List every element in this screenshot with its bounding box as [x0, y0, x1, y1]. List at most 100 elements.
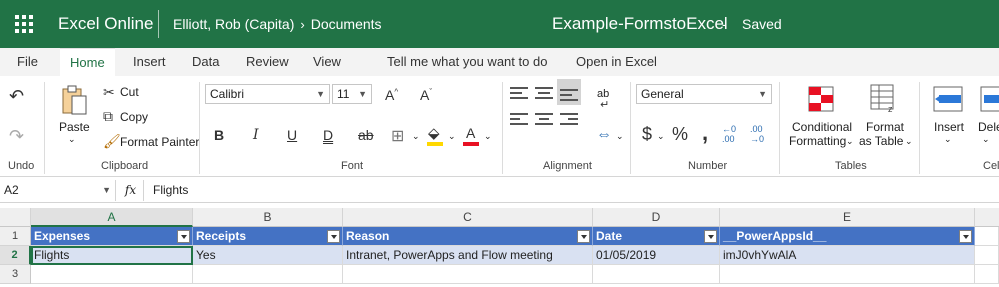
conditional-formatting-icon[interactable] — [808, 86, 834, 112]
font-name-dropdown[interactable]: Calibri ▼ — [205, 84, 330, 104]
number-format-dropdown[interactable]: General ▼ — [636, 84, 772, 104]
filter-dropdown-icon[interactable] — [704, 230, 717, 243]
align-top-icon[interactable] — [510, 84, 528, 102]
align-bottom-icon[interactable] — [560, 86, 578, 104]
conditional-formatting-label-2[interactable]: Formatting — [789, 134, 846, 148]
row-header-3[interactable]: 3 — [0, 265, 31, 284]
column-header-c[interactable]: C — [343, 208, 593, 227]
insert-cells-icon[interactable] — [933, 86, 963, 112]
tell-me-search[interactable]: Tell me what you want to do — [387, 48, 547, 76]
app-launcher-icon[interactable] — [8, 8, 40, 40]
app-name[interactable]: Excel Online — [58, 14, 153, 34]
table-header-cell[interactable]: Reason — [343, 227, 593, 246]
filter-dropdown-icon[interactable] — [959, 230, 972, 243]
currency-button[interactable]: $ — [642, 124, 652, 145]
chevron-down-icon[interactable]: ▼ — [102, 180, 111, 201]
chevron-down-icon[interactable]: ⌄ — [905, 136, 913, 147]
font-size-dropdown[interactable]: 11 ▼ — [332, 84, 372, 104]
filter-dropdown-icon[interactable] — [577, 230, 590, 243]
tab-insert[interactable]: Insert — [133, 48, 166, 76]
decrease-decimal-button[interactable]: .00 →0 — [750, 124, 764, 144]
tab-file[interactable]: File — [17, 48, 38, 76]
column-header-f[interactable] — [975, 208, 999, 227]
shrink-font-button[interactable]: Aˇ — [420, 87, 432, 103]
table-header-cell[interactable]: Expenses — [31, 227, 193, 246]
empty-cell[interactable] — [975, 246, 999, 265]
underline-button[interactable]: U — [287, 127, 297, 143]
table-cell-reason[interactable]: Intranet, PowerApps and Flow meeting — [343, 246, 593, 265]
document-title[interactable]: Example-FormstoExcel — [552, 14, 728, 34]
grow-font-button[interactable]: A^ — [385, 87, 398, 103]
chevron-down-icon[interactable]: ⌄ — [982, 134, 990, 145]
filter-dropdown-icon[interactable] — [177, 230, 190, 243]
copy-icon[interactable]: ⧉ — [103, 108, 113, 125]
tab-view[interactable]: View — [313, 48, 341, 76]
formula-input[interactable]: Flights — [153, 180, 188, 201]
empty-cell[interactable] — [720, 265, 975, 284]
cut-button[interactable]: Cut — [120, 85, 139, 99]
empty-cell[interactable] — [975, 227, 999, 246]
column-header-e[interactable]: E — [720, 208, 975, 227]
delete-cells-icon[interactable] — [980, 86, 999, 112]
breadcrumb-owner[interactable]: Elliott, Rob (Capita) — [173, 16, 294, 32]
delete-cells-button[interactable]: Dele — [978, 120, 999, 134]
italic-button[interactable]: I — [253, 127, 259, 143]
chevron-down-icon[interactable]: ⌄ — [484, 131, 492, 142]
align-center-icon[interactable] — [535, 110, 553, 128]
tab-review[interactable]: Review — [246, 48, 289, 76]
font-color-button[interactable]: A — [466, 125, 475, 141]
cut-icon[interactable]: ✂ — [103, 84, 115, 101]
tab-home[interactable]: Home — [60, 48, 115, 76]
format-as-table-label-2[interactable]: as Table — [859, 134, 903, 148]
column-header-d[interactable]: D — [593, 208, 720, 227]
table-cell-expenses[interactable]: Flights — [31, 246, 193, 265]
percent-button[interactable]: % — [672, 124, 688, 145]
conditional-formatting-label-1[interactable]: Conditional — [792, 120, 852, 134]
row-header-2[interactable]: 2 — [0, 246, 31, 265]
borders-icon[interactable]: ⊞ — [391, 126, 404, 146]
filter-dropdown-icon[interactable] — [327, 230, 340, 243]
align-right-icon[interactable] — [560, 110, 578, 128]
table-cell-date[interactable]: 01/05/2019 — [593, 246, 720, 265]
paste-chevron-icon[interactable]: ⌄ — [68, 134, 76, 145]
empty-cell[interactable] — [193, 265, 343, 284]
table-header-cell[interactable]: __PowerAppsId__ — [720, 227, 975, 246]
table-header-cell[interactable]: Receipts — [193, 227, 343, 246]
bold-button[interactable]: B — [214, 127, 224, 143]
row-header-1[interactable]: 1 — [0, 227, 31, 246]
copy-button[interactable]: Copy — [120, 110, 148, 124]
empty-cell[interactable] — [343, 265, 593, 284]
double-underline-button[interactable]: D — [323, 127, 333, 143]
paste-icon[interactable] — [60, 84, 88, 116]
chevron-down-icon[interactable]: ⌄ — [944, 134, 952, 145]
empty-cell[interactable] — [593, 265, 720, 284]
chevron-down-icon[interactable]: ⌄ — [412, 131, 420, 142]
merge-center-icon[interactable]: ⇔ — [596, 126, 612, 144]
chevron-down-icon[interactable]: ⌄ — [657, 131, 665, 142]
chevron-down-icon[interactable]: ⌄ — [448, 131, 456, 142]
align-left-icon[interactable] — [510, 110, 528, 128]
open-in-excel-button[interactable]: Open in Excel — [576, 48, 657, 76]
align-middle-icon[interactable] — [535, 84, 553, 102]
wrap-text-icon[interactable]: ↵ — [600, 98, 609, 111]
table-header-cell[interactable]: Date — [593, 227, 720, 246]
table-cell-receipts[interactable]: Yes — [193, 246, 343, 265]
insert-function-icon[interactable]: fx — [118, 180, 144, 201]
column-header-b[interactable]: B — [193, 208, 343, 227]
chevron-down-icon[interactable]: ⌄ — [616, 131, 624, 142]
insert-cells-button[interactable]: Insert — [934, 120, 964, 134]
undo-icon[interactable]: ↶ — [9, 86, 24, 107]
fill-color-icon[interactable]: ⬙ — [428, 124, 440, 142]
chevron-down-icon[interactable]: ⌄ — [846, 136, 854, 147]
name-box[interactable]: A2 ▼ — [0, 180, 116, 201]
redo-icon[interactable]: ↷ — [9, 126, 24, 147]
select-all-corner[interactable] — [0, 208, 31, 227]
table-cell-powerappsid[interactable]: imJ0vhYwAlA — [720, 246, 975, 265]
format-as-table-label-1[interactable]: Format — [866, 120, 904, 134]
comma-style-button[interactable]: , — [702, 120, 708, 146]
tab-data[interactable]: Data — [192, 48, 219, 76]
increase-decimal-button[interactable]: ←0 .00 — [722, 124, 736, 144]
breadcrumb-folder[interactable]: Documents — [311, 16, 382, 32]
format-as-table-icon[interactable]: z — [870, 84, 900, 114]
empty-cell[interactable] — [975, 265, 999, 284]
